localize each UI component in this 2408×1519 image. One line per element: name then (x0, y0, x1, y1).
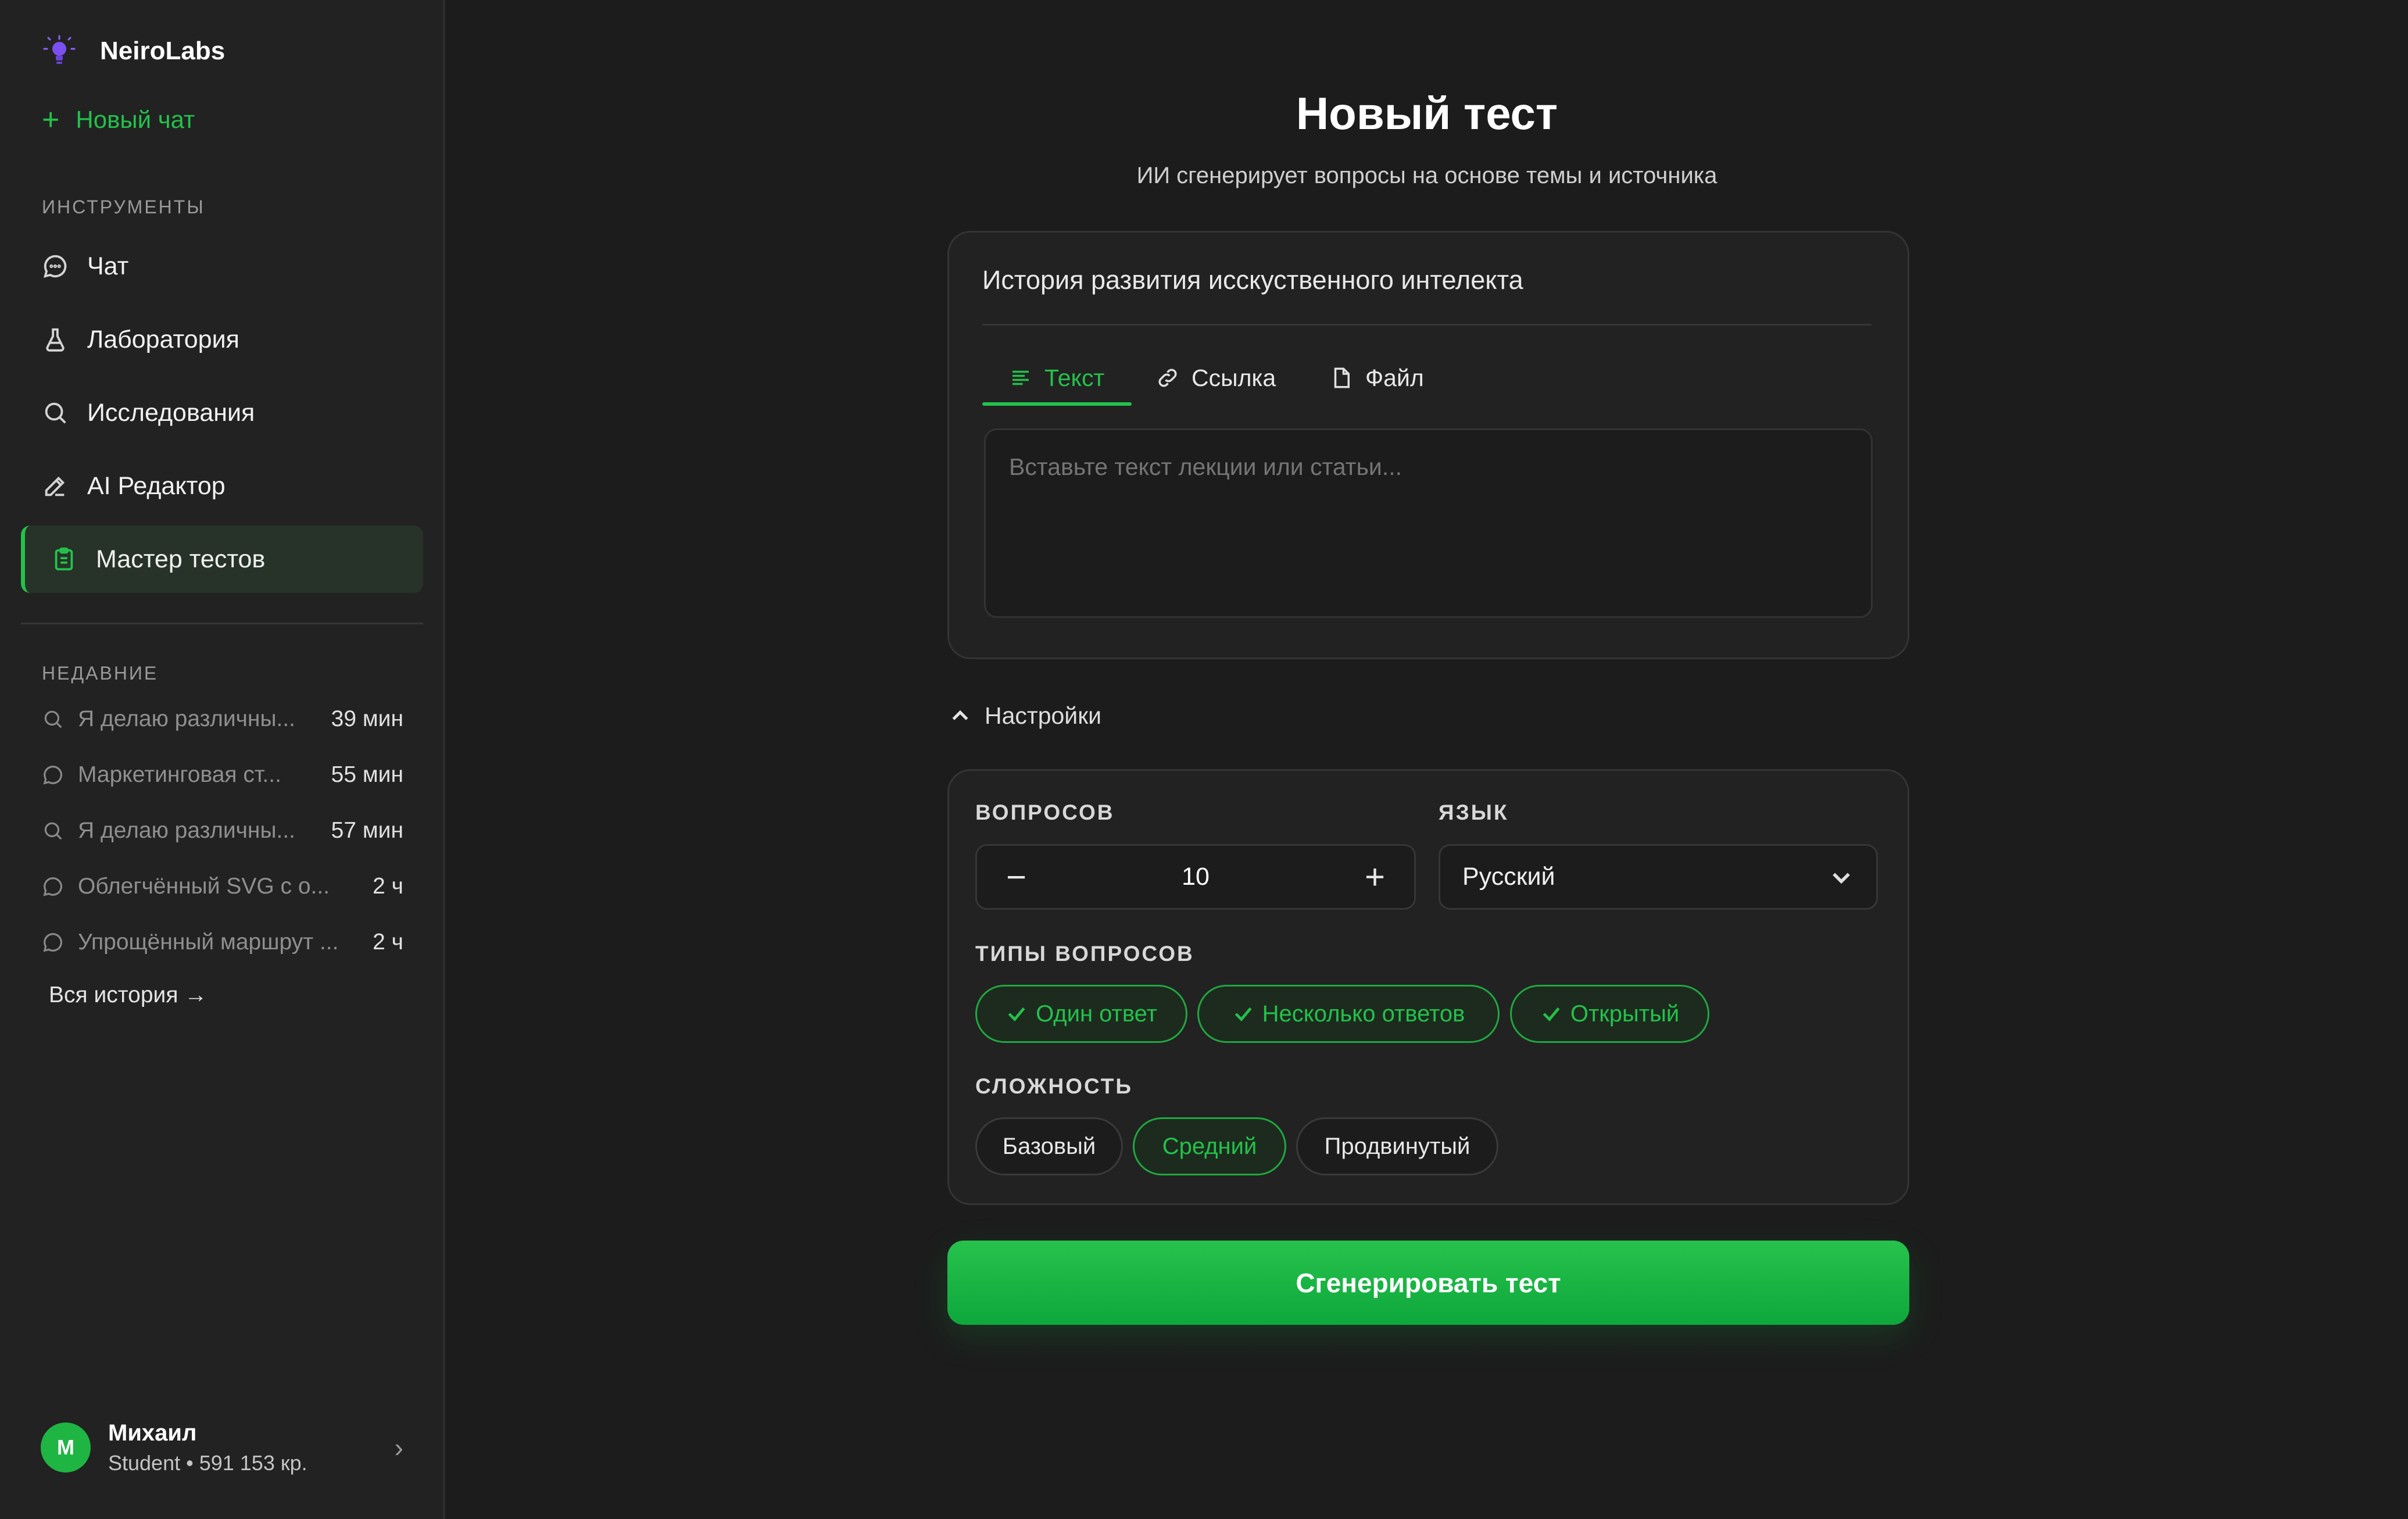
tab-text[interactable]: Текст (1008, 349, 1104, 407)
page-subtitle: ИИ сгенерирует вопросы на основе темы и … (1136, 163, 1718, 188)
recent-item-title: Я делаю различны... (78, 706, 296, 731)
recent-item-title: Облегчённый SVG с о... (78, 874, 330, 899)
language-label: Язык (1439, 800, 1509, 824)
topic-divider (982, 324, 1872, 326)
tab-label: Ссылка (1192, 364, 1276, 391)
generate-test-button[interactable]: Сгенерировать тест (947, 1241, 1909, 1325)
difficulty-chip-advanced[interactable]: Продвинутый (1296, 1117, 1498, 1175)
all-history-link[interactable]: Вся история → (49, 982, 207, 1008)
recent-item-time: 2 ч (373, 874, 403, 899)
source-text-input[interactable] (984, 428, 1873, 618)
tab-label: Файл (1365, 364, 1424, 391)
type-chip-multiple[interactable]: Несколько ответов (1197, 985, 1500, 1043)
recent-item-time: 2 ч (373, 930, 403, 955)
active-tab-indicator (982, 402, 1132, 406)
chip-label: Несколько ответов (1262, 1000, 1465, 1027)
chip-label: Средний (1162, 1133, 1257, 1159)
difficulty-label: Сложность (975, 1074, 1133, 1098)
tab-file[interactable]: Файл (1329, 349, 1424, 407)
sidebar-item-ai-editor[interactable]: AI Редактор (21, 452, 423, 520)
pencil-icon (45, 476, 65, 496)
link-icon (1158, 369, 1177, 387)
recent-item-time: 39 мин (331, 706, 403, 731)
decrement-button[interactable]: − (1006, 859, 1026, 895)
text-lines-icon (1012, 370, 1029, 385)
chat-bubble-icon (43, 766, 62, 785)
language-value: Русский (1462, 863, 1555, 891)
chip-label: Базовый (1002, 1133, 1096, 1159)
chat-bubble-icon (44, 255, 67, 278)
check-icon (1543, 1007, 1560, 1022)
settings-label: Настройки (985, 702, 1102, 729)
recent-item-time: 55 мин (331, 762, 403, 787)
difficulty-chip-basic[interactable]: Базовый (975, 1117, 1123, 1175)
topic-input[interactable] (982, 265, 1872, 295)
page-title: Новый тест (1296, 88, 1558, 139)
sidebar-item-test-master[interactable]: Мастер тестов (21, 526, 423, 593)
chat-bubble-icon (43, 877, 62, 896)
recent-section-label: Недавние (42, 663, 159, 684)
language-select[interactable]: Русский (1439, 844, 1878, 910)
new-chat-button[interactable]: + Новый чат (42, 105, 195, 135)
user-profile[interactable]: М Михаил Student • 591 153 кр. › (41, 1413, 403, 1482)
sidebar-item-label: AI Редактор (87, 471, 226, 500)
tab-link[interactable]: Ссылка (1155, 349, 1276, 407)
file-icon (1334, 367, 1350, 388)
type-chip-open[interactable]: Открытый (1510, 985, 1709, 1043)
sidebar: NeiroLabs + Новый чат Инструменты Чат Ла… (0, 0, 445, 1519)
flask-icon (46, 328, 65, 352)
chevron-up-icon (952, 710, 968, 720)
questions-stepper: − 10 + (975, 844, 1416, 910)
recent-item-title: Маркетинговая ст... (78, 762, 281, 787)
chat-bubble-icon (43, 933, 62, 952)
question-types-label: Типы вопросов (975, 942, 1194, 966)
avatar: М (41, 1423, 91, 1472)
search-icon (44, 710, 62, 728)
recent-item[interactable]: Я делаю различны... 39 мин (42, 702, 403, 737)
recent-item[interactable]: Я делаю различны... 57 мин (42, 813, 403, 848)
tab-label: Текст (1044, 364, 1105, 391)
user-info: Михаил Student • 591 153 кр. (108, 1420, 307, 1475)
recent-item-time: 57 мин (331, 818, 403, 843)
sidebar-item-chat[interactable]: Чат (21, 233, 423, 300)
recent-item-title: Упрощённый маршрут ... (78, 930, 339, 955)
search-icon (45, 402, 66, 424)
lightbulb-logo-icon (43, 35, 76, 64)
settings-toggle[interactable]: Настройки (949, 702, 1101, 730)
difficulty-chip-medium[interactable]: Средний (1133, 1117, 1286, 1175)
chevron-down-icon (1833, 873, 1850, 884)
user-name: Михаил (108, 1420, 197, 1446)
search-icon (44, 822, 62, 840)
user-meta: Student • 591 153 кр. (108, 1450, 307, 1475)
recent-item[interactable]: Облегчённый SVG с о... 2 ч (42, 869, 403, 904)
chip-label: Продвинутый (1324, 1133, 1470, 1159)
tools-section-label: Инструменты (42, 196, 205, 217)
brand-name: NeiroLabs (100, 37, 226, 65)
chevron-right-icon: › (394, 1432, 403, 1463)
sidebar-item-label: Мастер тестов (96, 545, 266, 573)
clipboard-icon (55, 547, 73, 571)
chip-label: Открытый (1570, 1000, 1680, 1027)
recent-item-title: Я делаю различны... (78, 818, 296, 843)
plus-icon: + (42, 103, 60, 137)
sidebar-item-research[interactable]: Исследования (21, 379, 423, 446)
recent-item[interactable]: Маркетинговая ст... 55 мин (42, 757, 403, 792)
type-chip-single[interactable]: Один ответ (975, 985, 1187, 1043)
brand[interactable]: NeiroLabs (42, 34, 225, 69)
sidebar-item-label: Чат (87, 252, 129, 280)
new-chat-label: Новый чат (76, 106, 195, 133)
chip-label: Один ответ (1036, 1000, 1157, 1027)
questions-count[interactable]: 10 (1182, 863, 1210, 891)
sidebar-item-label: Лаборатория (87, 325, 239, 353)
check-icon (1008, 1007, 1025, 1022)
check-icon (1235, 1007, 1252, 1022)
increment-button[interactable]: + (1365, 859, 1385, 895)
recent-item[interactable]: Упрощённый маршрут ... 2 ч (42, 925, 403, 960)
sidebar-item-label: Исследования (87, 398, 255, 427)
sidebar-divider (21, 623, 423, 624)
sidebar-item-lab[interactable]: Лаборатория (21, 306, 423, 373)
questions-label: Вопросов (975, 800, 1115, 824)
